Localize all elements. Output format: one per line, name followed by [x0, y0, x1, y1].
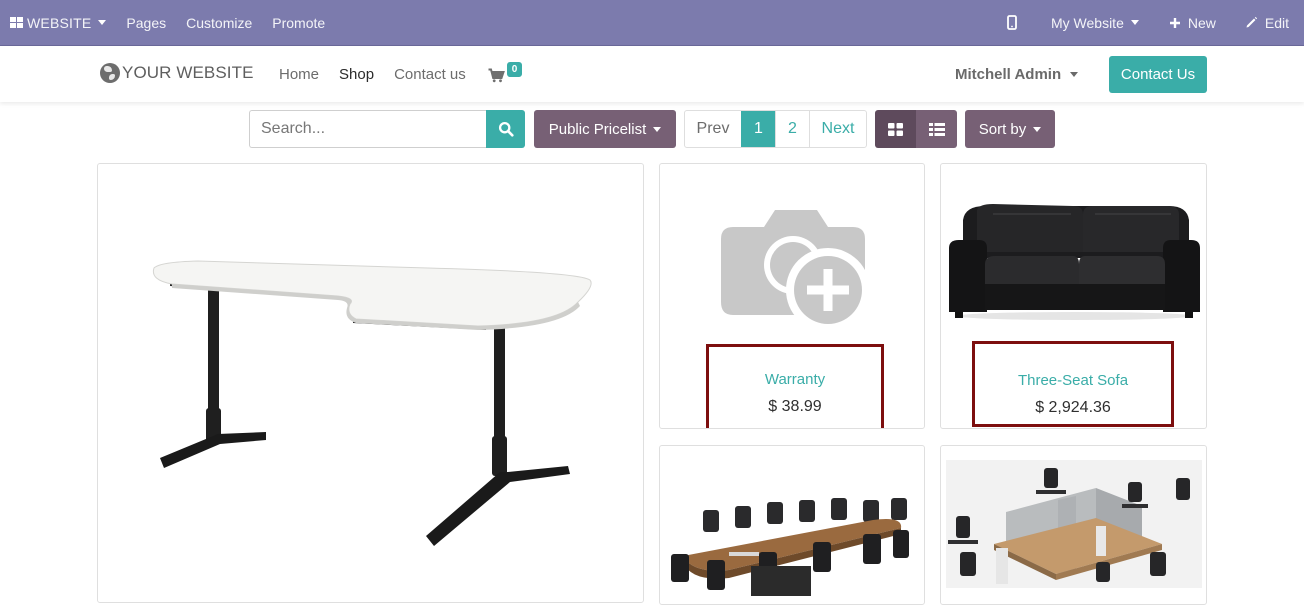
layout-toggle	[875, 110, 957, 148]
sort-dropdown[interactable]: Sort by	[965, 110, 1055, 148]
product-price: $ 38.99	[768, 398, 822, 415]
contact-us-button[interactable]: Contact Us	[1109, 56, 1207, 93]
caret-down-icon	[1130, 20, 1139, 25]
product-price: $ 2,924.36	[1035, 399, 1111, 416]
nav-contact-us[interactable]: Contact us	[384, 66, 476, 83]
product-card-three-seat-sofa[interactable]: Three-Seat Sofa $ 2,924.36	[940, 163, 1207, 429]
caret-down-icon	[653, 126, 662, 132]
user-menu[interactable]: Mitchell Admin	[955, 66, 1079, 83]
user-name: Mitchell Admin	[955, 66, 1062, 83]
shopping-cart-icon	[488, 68, 505, 83]
product-search	[249, 110, 525, 148]
menu-customize[interactable]: Customize	[176, 0, 262, 45]
logo-text: YOUR WEBSITE	[122, 63, 254, 82]
nav-shop[interactable]: Shop	[329, 66, 384, 83]
menu-promote[interactable]: Promote	[262, 0, 335, 45]
new-button[interactable]: New	[1159, 0, 1235, 45]
grid-view-icon	[888, 122, 903, 136]
pager-page-1[interactable]: 1	[741, 111, 775, 147]
caret-down-icon	[1033, 126, 1042, 132]
pager-page-2[interactable]: 2	[775, 111, 809, 147]
cart-count-badge: 0	[507, 62, 522, 77]
site-logo[interactable]: YOUR WEBSITE	[100, 63, 254, 83]
pager: Prev 1 2 Next	[684, 110, 867, 148]
admin-bar: WEBSITE Pages Customize Promote My Websi…	[0, 0, 1304, 46]
list-view-button[interactable]	[916, 110, 957, 148]
main-nav: Home Shop Contact us	[269, 46, 476, 102]
product-card-corner-desk[interactable]	[97, 163, 644, 603]
apps-icon	[10, 17, 23, 28]
website-selector[interactable]: My Website	[1041, 0, 1159, 45]
plus-icon	[1169, 17, 1180, 28]
cart-button[interactable]: 0	[488, 62, 528, 88]
caret-down-icon	[1070, 72, 1079, 77]
product-name[interactable]: Three-Seat Sofa	[975, 372, 1171, 389]
grid-view-button[interactable]	[875, 110, 916, 148]
product-name[interactable]: Warranty	[709, 371, 881, 388]
nav-home[interactable]: Home	[269, 66, 329, 83]
pricelist-dropdown[interactable]: Public Pricelist	[534, 110, 676, 148]
mobile-preview-button[interactable]	[995, 0, 1041, 45]
menu-pages[interactable]: Pages	[116, 0, 176, 45]
pencil-icon	[1246, 16, 1257, 28]
caret-down-icon	[98, 20, 107, 25]
search-button[interactable]	[486, 110, 525, 148]
globe-icon	[100, 63, 120, 83]
pager-prev[interactable]: Prev	[685, 111, 741, 147]
black-leather-sofa-image	[949, 204, 1200, 320]
search-icon	[498, 121, 514, 137]
placeholder-camera-icon	[721, 210, 867, 332]
sort-label: Sort by	[978, 120, 1027, 138]
product-card-conference-table[interactable]	[659, 445, 925, 605]
corner-desk-image	[152, 260, 592, 546]
website-menu-label: WEBSITE	[27, 14, 92, 31]
search-input[interactable]	[249, 110, 487, 148]
new-button-label: New	[1187, 14, 1216, 31]
pager-next[interactable]: Next	[809, 111, 866, 147]
website-menu[interactable]: WEBSITE	[0, 0, 116, 45]
website-selector-label: My Website	[1050, 14, 1124, 31]
site-header: YOUR WEBSITE Home Shop Contact us 0 Mitc…	[0, 46, 1304, 102]
office-workstations-image	[946, 460, 1202, 588]
product-card-warranty[interactable]: Warranty $ 38.99	[659, 163, 925, 429]
edit-button[interactable]: Edit	[1235, 0, 1304, 45]
pricelist-label: Public Pricelist	[548, 120, 647, 138]
list-view-icon	[928, 122, 945, 136]
product-info-highlight: Three-Seat Sofa $ 2,924.36	[972, 341, 1174, 427]
product-card-office-workstations[interactable]	[940, 445, 1207, 605]
product-info-highlight: Warranty $ 38.99	[706, 344, 884, 428]
edit-button-label: Edit	[1264, 14, 1289, 31]
mobile-icon	[1007, 15, 1017, 30]
